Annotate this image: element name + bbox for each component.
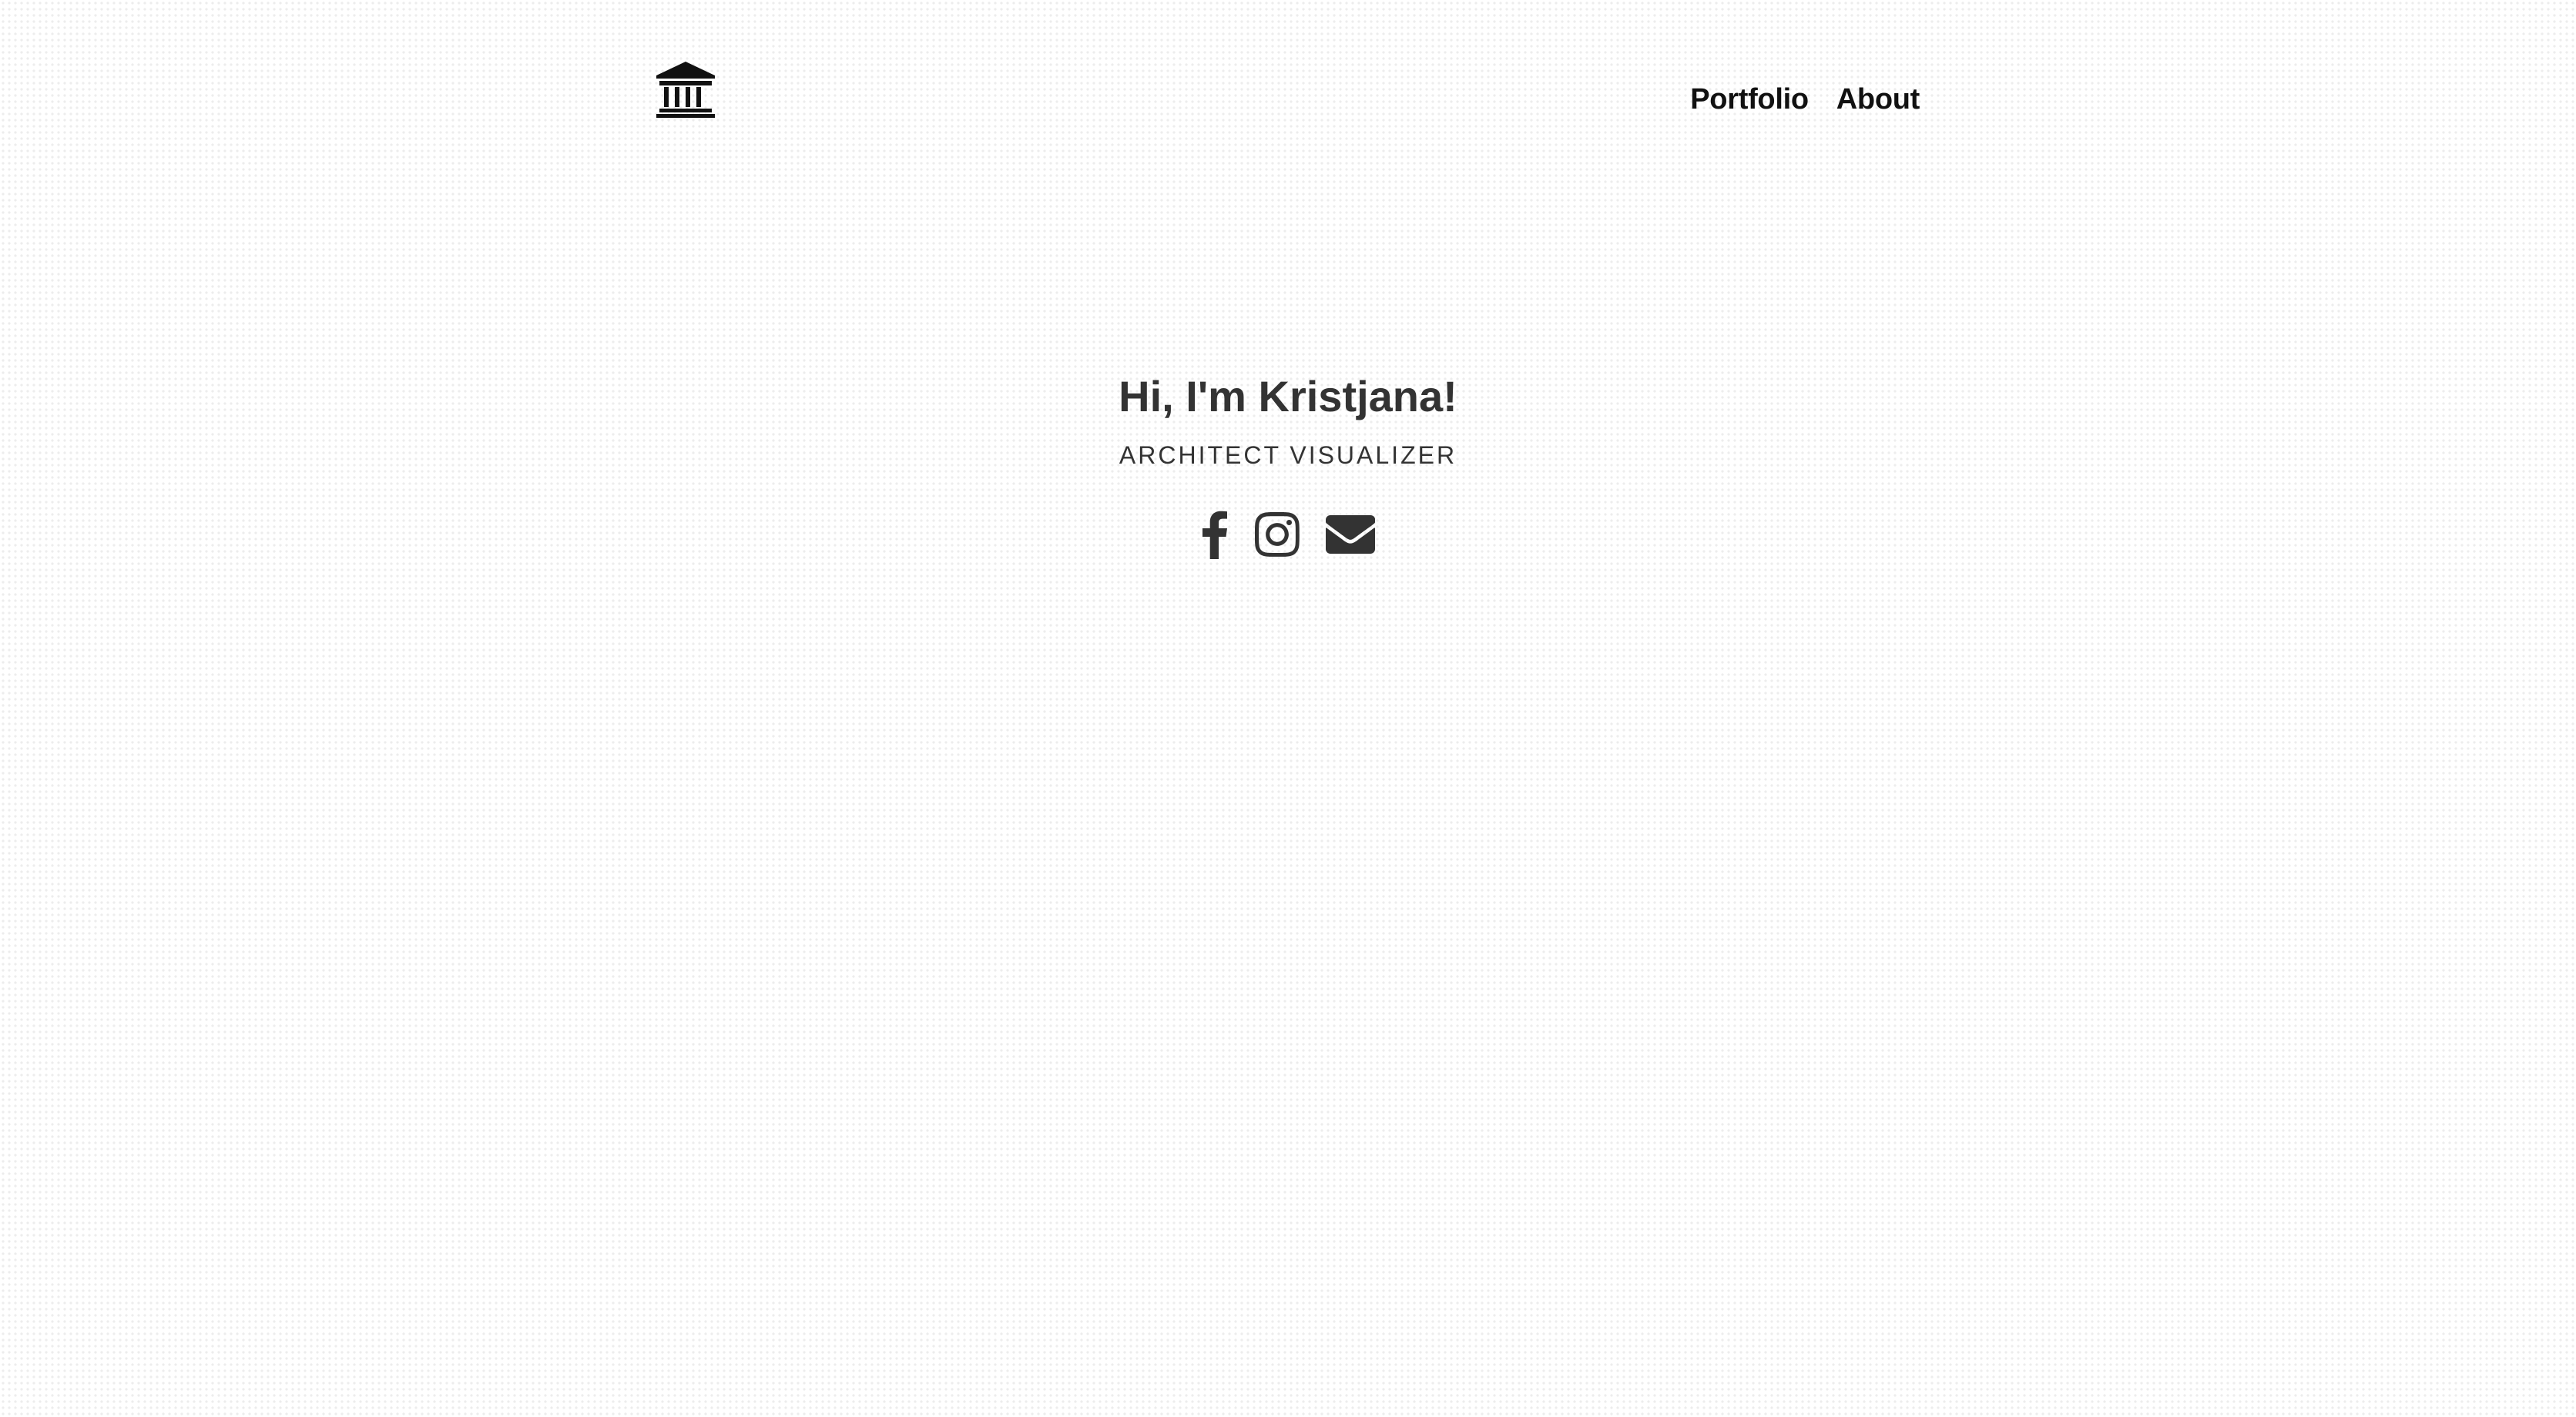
email-link[interactable]	[1326, 515, 1375, 554]
hero-subtitle: ARCHITECT VISUALIZER	[1119, 441, 1457, 469]
social-links	[0, 510, 2576, 559]
hero-section: Hi, I'm Kristjana! ARCHITECT VISUALIZER	[0, 370, 2576, 559]
instagram-link[interactable]	[1255, 512, 1300, 557]
site-header: Portfolio About	[0, 0, 2576, 154]
nav-link-portfolio[interactable]: Portfolio	[1690, 80, 1809, 119]
nav-link-about[interactable]: About	[1836, 80, 1920, 119]
facebook-icon	[1202, 511, 1227, 559]
home-logo-link[interactable]	[655, 60, 716, 119]
main-nav: Portfolio About	[1690, 80, 1920, 119]
facebook-link[interactable]	[1201, 510, 1229, 559]
envelope-icon	[1326, 515, 1375, 554]
instagram-icon	[1255, 512, 1300, 557]
bank-columns-icon	[656, 62, 715, 118]
hero-title: Hi, I'm Kristjana!	[1119, 372, 1457, 420]
